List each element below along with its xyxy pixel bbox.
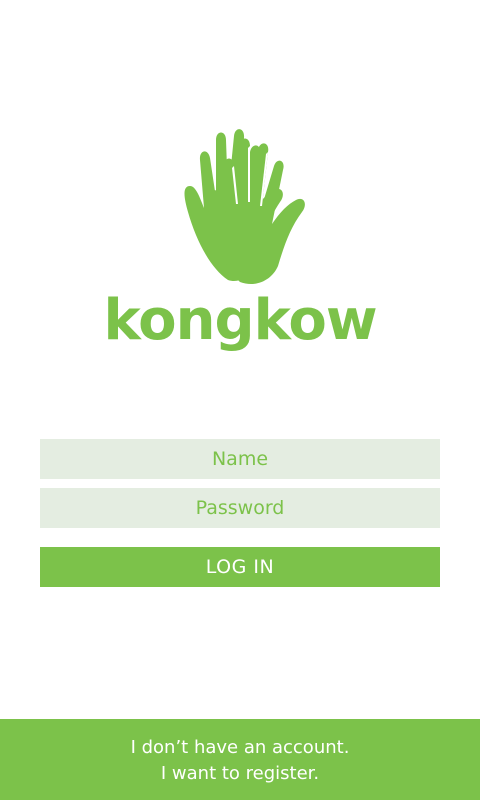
password-input[interactable] [40, 488, 440, 528]
register-line-1: I don’t have an account. [130, 737, 350, 758]
app-logo-text: kongkow [103, 288, 377, 353]
login-screen: kongkow LOG IN I don’t have an account. … [0, 0, 480, 800]
hand-icon [184, 129, 305, 285]
login-button[interactable]: LOG IN [40, 547, 440, 587]
register-line-2: I want to register. [160, 763, 320, 784]
register-link[interactable]: I don’t have an account. I want to regis… [0, 719, 480, 800]
name-input[interactable] [40, 439, 440, 479]
